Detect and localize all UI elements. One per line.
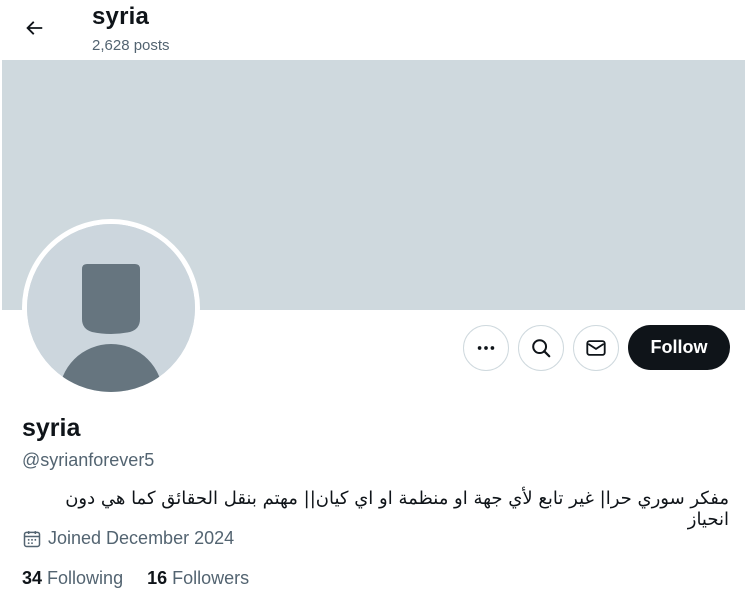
joined-date: Joined December 2024 <box>22 528 234 549</box>
arrow-left-icon <box>26 21 43 35</box>
calendar-icon <box>23 530 41 547</box>
envelope-icon <box>586 340 606 356</box>
post-count: 2,628 posts <box>92 37 170 54</box>
profile-bio: مفكر سوري حرا| غير تابع لأي جهة او منظمة… <box>65 488 729 530</box>
profile-name: syria <box>22 414 81 442</box>
followers-label: Followers <box>172 568 250 588</box>
avatar[interactable] <box>22 219 200 397</box>
profile-handle: @syrianforever5 <box>22 450 155 470</box>
followers-link[interactable]: 16 Followers <box>147 568 249 589</box>
joined-label: Joined December 2024 <box>48 528 235 548</box>
search-icon <box>532 339 551 358</box>
header-title: syria <box>92 3 150 30</box>
follow-button[interactable]: Follow <box>628 325 730 370</box>
search-button[interactable] <box>518 325 564 371</box>
profile-page: syria 2,628 posts Follow syria @syrianfo… <box>0 0 747 596</box>
message-button[interactable] <box>573 325 619 371</box>
profile-header: syria 2,628 posts <box>0 0 747 60</box>
following-link[interactable]: 34 Following <box>22 568 123 589</box>
followers-count: 16 <box>147 568 168 588</box>
follow-stats: 34 Following 16 Followers <box>22 568 249 589</box>
more-dots-icon <box>477 346 495 350</box>
following-count: 34 <box>22 568 43 588</box>
back-button[interactable] <box>15 9 53 47</box>
following-label: Following <box>47 568 124 588</box>
more-button[interactable] <box>463 325 509 371</box>
default-avatar-icon <box>27 224 195 392</box>
